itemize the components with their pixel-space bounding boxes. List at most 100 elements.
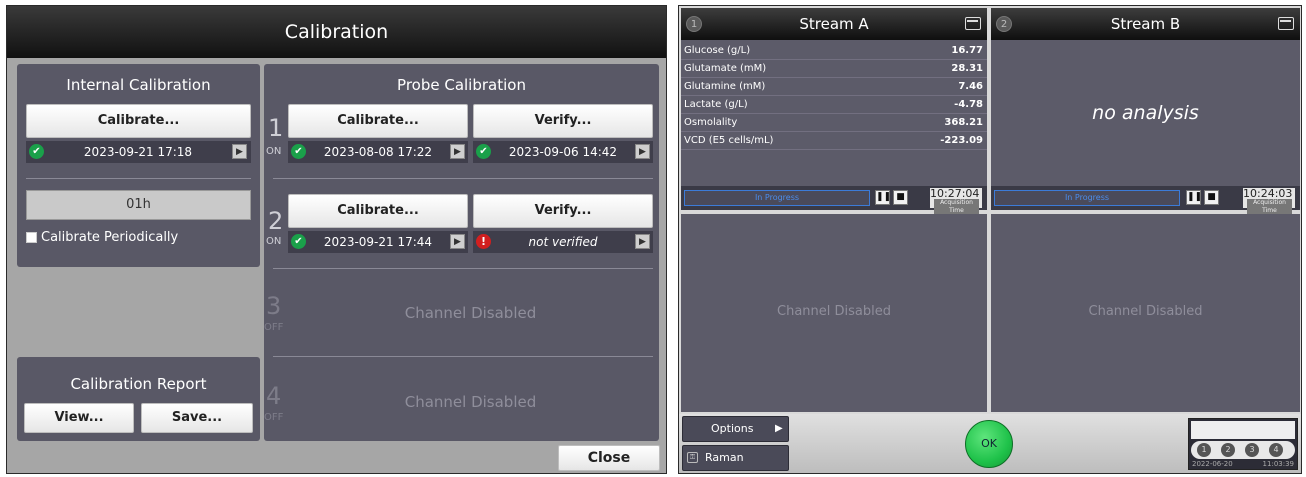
internal-calibration-panel: Internal Calibration Calibrate... ✔ 2023…: [17, 64, 260, 267]
measurement-row: VCD (E5 cells/mL) -223.09: [681, 132, 987, 150]
warning-icon: !: [476, 234, 491, 249]
internal-calibration-date: 2023-09-21 17:18: [83, 145, 193, 159]
raman-analyzer-button[interactable]: ⚿ Raman Analyzer: [682, 445, 789, 477]
stream-a-title: Stream A: [799, 15, 869, 33]
channel-2-calibrate-status: ✔ 2023-09-21 17:44 ▶: [288, 231, 468, 253]
periodic-label: Calibrate Periodically: [41, 230, 179, 245]
channel-2-verify-button[interactable]: Verify...: [473, 194, 653, 228]
calibration-interval-field[interactable]: 01h: [26, 190, 251, 220]
calibration-title: Calibration: [7, 6, 666, 58]
divider: [273, 268, 653, 269]
stream-b-time-label: Acquisition Time: [1247, 199, 1292, 215]
pause-icon[interactable]: ❚❚: [1186, 190, 1202, 205]
channel-3-number: 3: [266, 292, 282, 320]
channel-dot: 3: [1245, 443, 1259, 457]
divider: [273, 356, 653, 357]
details-arrow-icon[interactable]: ▶: [232, 144, 247, 159]
details-arrow-icon[interactable]: ▶: [635, 144, 650, 159]
calibration-report-panel: Calibration Report View... Save...: [17, 357, 260, 441]
window-icon[interactable]: [965, 17, 981, 30]
details-arrow-icon[interactable]: ▶: [450, 144, 465, 159]
details-arrow-icon[interactable]: ▶: [450, 234, 465, 249]
internal-calibrate-button[interactable]: Calibrate...: [26, 104, 251, 138]
channel-1-verify-date: 2023-09-06 14:42: [508, 145, 618, 159]
stream-c-panel[interactable]: Channel Disabled: [681, 214, 987, 412]
calibration-report-title: Calibration Report: [70, 375, 207, 393]
stream-b-panel[interactable]: Stream B 2 no analysis In Progress ❚❚ ■ …: [991, 8, 1300, 215]
channel-1-calibrate-date: 2023-08-08 17:22: [323, 145, 433, 159]
internal-calibration-status: ✔ 2023-09-21 17:18 ▶: [26, 141, 251, 163]
calibration-window: Calibration Internal Calibration Calibra…: [6, 5, 667, 474]
channel-1-calibrate-status: ✔ 2023-08-08 17:22 ▶: [288, 141, 468, 163]
channel-indicator: 1 2 3 4 2022-06-20 11:03:39: [1188, 418, 1298, 470]
channel-1-state: ON: [266, 146, 282, 157]
measurement-row: Glucose (g/L) 16.77: [681, 42, 987, 60]
channel-3-disabled: Channel Disabled: [404, 304, 537, 322]
no-analysis-text: no analysis: [1092, 102, 1199, 124]
stream-a-panel[interactable]: Stream A 1 Glucose (g/L) 16.77 Glutamate …: [681, 8, 987, 215]
measurement-row: Glutamine (mM) 7.46: [681, 78, 987, 96]
channel-dot: 2: [1221, 443, 1235, 457]
channel-1-verify-status: ✔ 2023-09-06 14:42 ▶: [473, 141, 653, 163]
lock-icon: ⚿: [687, 452, 698, 463]
periodic-checkbox[interactable]: [26, 232, 37, 243]
measurement-row: Osmolality 368.21: [681, 114, 987, 132]
stream-a-badge: 1: [686, 16, 702, 32]
channel-4-number: 4: [266, 382, 282, 410]
channel-3-state: OFF: [264, 322, 284, 333]
ok-status-button[interactable]: OK: [965, 420, 1013, 468]
check-icon: ✔: [291, 144, 306, 159]
bottom-bar: Options ▶ ⚿ Raman Analyzer OK 1 2 3 4 20…: [679, 414, 1301, 477]
details-arrow-icon[interactable]: ▶: [635, 234, 650, 249]
report-save-button[interactable]: Save...: [141, 403, 253, 433]
probe-calibration-panel: Probe Calibration 1 ON Calibrate... ✔ 20…: [264, 64, 659, 441]
stream-a-progress: In Progress: [684, 190, 870, 206]
stream-a-controls: In Progress ❚❚ ■ 10:27:04 Acquisition Ti…: [681, 186, 987, 215]
stop-icon[interactable]: ■: [1204, 190, 1219, 205]
channel-2-verify-status: ! not verified ▶: [473, 231, 653, 253]
measurement-row: Lactate (g/L) -4.78: [681, 96, 987, 114]
channel-2-calibrate-button[interactable]: Calibrate...: [288, 194, 468, 228]
indicator-display: [1191, 421, 1295, 439]
report-view-button[interactable]: View...: [24, 403, 134, 433]
stream-b-time: 10:24:03 Acquisition Time: [1243, 188, 1295, 215]
channel-1-verify-button[interactable]: Verify...: [473, 104, 653, 138]
options-label: Options: [711, 422, 754, 435]
channel-3-disabled-label: Channel Disabled: [777, 304, 891, 319]
footer-date: 2022-06-20: [1192, 460, 1233, 468]
stream-b-title: Stream B: [1110, 15, 1181, 33]
options-button[interactable]: Options ▶: [682, 416, 789, 442]
channel-2-calibrate-date: 2023-09-21 17:44: [323, 235, 433, 249]
triangle-right-icon: ▶: [775, 423, 783, 434]
stop-icon[interactable]: ■: [893, 190, 908, 205]
check-icon: ✔: [476, 144, 491, 159]
stream-b-controls: In Progress ❚❚ ■ 10:24:03 Acquisition Ti…: [991, 186, 1300, 215]
channel-2-state: ON: [266, 236, 282, 247]
stream-d-panel[interactable]: Channel Disabled: [991, 214, 1300, 412]
channel-4-state: OFF: [264, 412, 284, 423]
check-icon: ✔: [291, 234, 306, 249]
measurement-row: Glutamate (mM) 28.31: [681, 60, 987, 78]
channel-dots: 1 2 3 4: [1191, 441, 1295, 459]
window-icon[interactable]: [1278, 17, 1294, 30]
channel-2-number: 2: [268, 207, 284, 235]
channel-1-number: 1: [268, 114, 284, 142]
close-button[interactable]: Close: [558, 445, 660, 471]
stream-a-time: 10:27:04 Acquisition Time: [930, 188, 982, 215]
raman-analyzer-label: Raman Analyzer: [705, 451, 753, 477]
channel-4-disabled: Channel Disabled: [404, 393, 537, 411]
pause-icon[interactable]: ❚❚: [875, 190, 891, 205]
probe-calibration-title: Probe Calibration: [397, 76, 526, 94]
divider: [26, 178, 251, 179]
stream-b-badge: 2: [996, 16, 1012, 32]
channel-dot: 1: [1197, 443, 1211, 457]
footer-time: 11:03:39: [1262, 460, 1294, 468]
channel-2-verify-text: not verified: [528, 235, 598, 249]
channel-1-calibrate-button[interactable]: Calibrate...: [288, 104, 468, 138]
raman-analyzer-window: Stream A 1 Glucose (g/L) 16.77 Glutamate …: [678, 5, 1302, 477]
channel-4-disabled-label: Channel Disabled: [1088, 304, 1203, 319]
divider: [273, 178, 653, 179]
stream-b-header: Stream B: [991, 8, 1300, 40]
stream-a-time-label: Acquisition Time: [934, 199, 979, 215]
channel-dot: 4: [1269, 443, 1283, 457]
